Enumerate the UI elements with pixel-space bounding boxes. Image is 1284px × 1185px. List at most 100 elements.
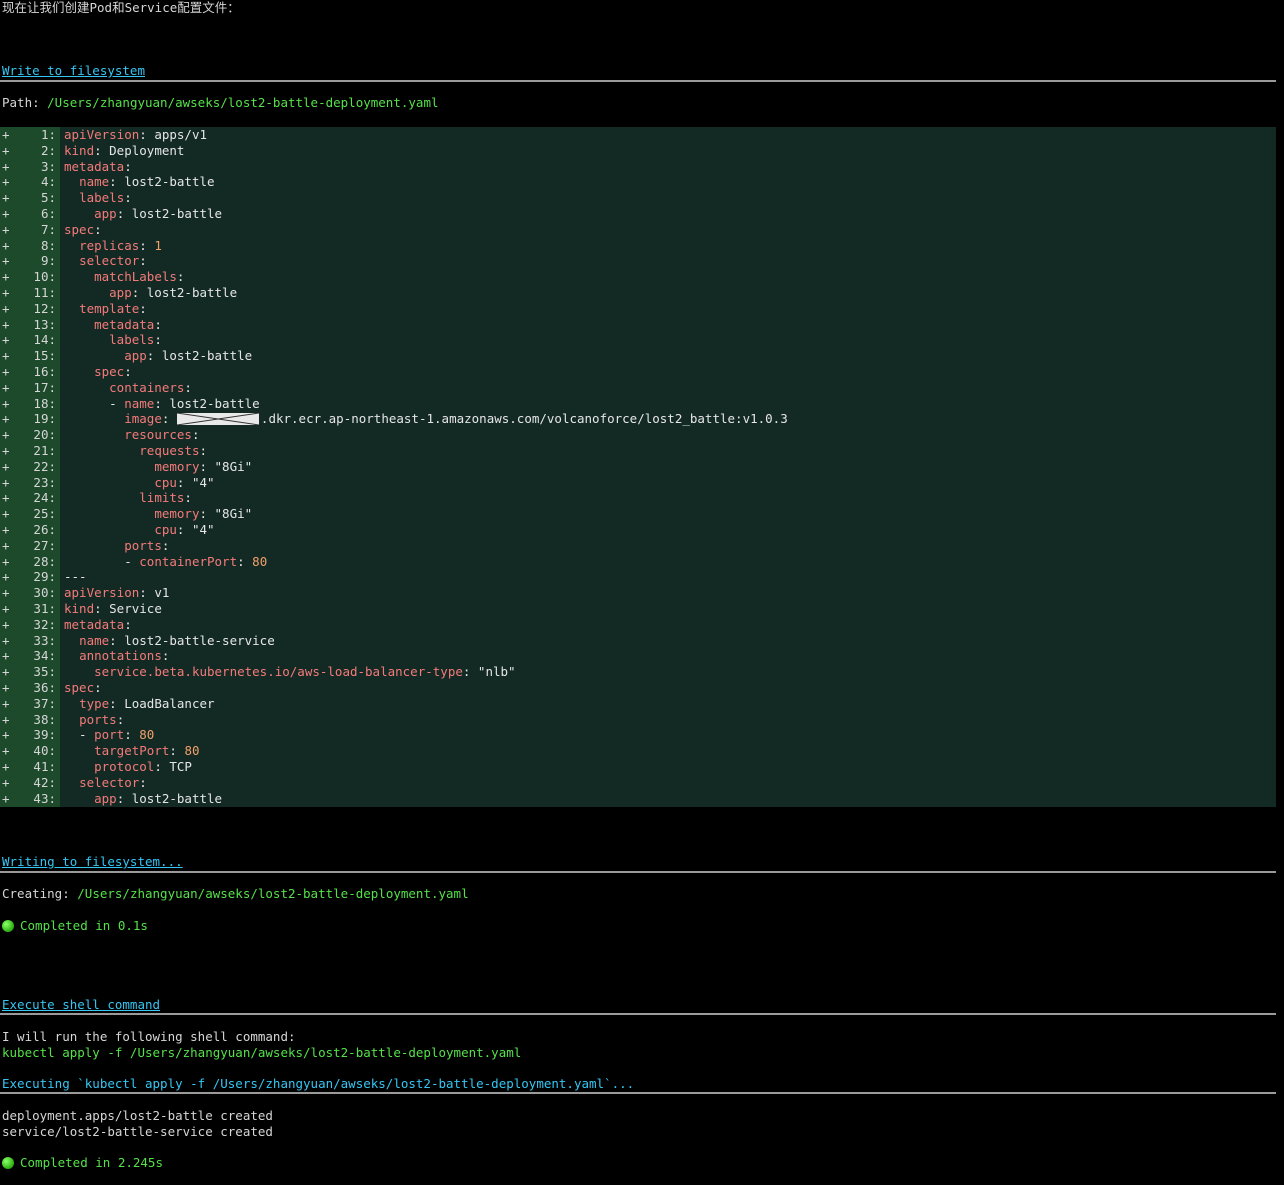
- exec-command[interactable]: kubectl apply -f /Users/zhangyuan/awseks…: [2, 1045, 521, 1061]
- line-gutter: +15:: [0, 348, 60, 365]
- line-number: 7:: [40, 221, 56, 237]
- code-line: +1: apiVersion: apps/v1: [0, 127, 1276, 143]
- diff-plus-icon: +: [2, 490, 10, 506]
- line-gutter: +31:: [0, 601, 60, 617]
- diff-plus-icon: +: [2, 285, 10, 300]
- line-gutter: +35:: [0, 664, 60, 681]
- creating-path[interactable]: /Users/zhangyuan/awseks/lost2-battle-dep…: [77, 886, 468, 901]
- line-gutter: +1:: [0, 127, 60, 143]
- code-line: +5: labels:: [0, 190, 1276, 207]
- code-line: +41: protocol: TCP: [0, 759, 1276, 775]
- path-value[interactable]: /Users/zhangyuan/awseks/lost2-battle-dep…: [47, 95, 438, 110]
- line-gutter: +29:: [0, 569, 60, 586]
- line-number: 22:: [33, 458, 56, 474]
- code-text: labels:: [79, 190, 132, 206]
- code-text: ---: [64, 569, 87, 585]
- line-gutter: +40:: [0, 743, 60, 760]
- diff-plus-icon: +: [2, 237, 10, 253]
- line-gutter: +3:: [0, 158, 60, 175]
- code-line: +42: selector:: [0, 774, 1276, 791]
- line-number: 41:: [33, 759, 56, 774]
- code-text: memory: "8Gi": [154, 458, 253, 474]
- code-text: - containerPort: 80: [64, 553, 268, 569]
- exec-output-1: deployment.apps/lost2-battle created: [2, 1108, 273, 1123]
- status-dot-icon: [2, 1157, 14, 1169]
- code-text: name: lost2-battle-service: [79, 632, 275, 648]
- code-text: memory: "8Gi": [154, 506, 253, 522]
- code-line: +31: kind: Service: [0, 601, 1276, 617]
- diff-plus-icon: +: [2, 458, 10, 474]
- code-line: +24: limits:: [0, 490, 1276, 507]
- diff-plus-icon: +: [2, 790, 10, 806]
- line-number: 17:: [33, 379, 56, 395]
- line-number: 29:: [33, 569, 56, 585]
- line-gutter: +8:: [0, 237, 60, 254]
- diff-plus-icon: +: [2, 522, 10, 537]
- code-text: labels:: [109, 332, 162, 348]
- line-gutter: +26:: [0, 522, 60, 538]
- code-line: +8: replicas: 1: [0, 237, 1276, 254]
- line-number: 11:: [33, 285, 56, 300]
- line-number: 28:: [33, 553, 56, 569]
- diff-plus-icon: +: [2, 158, 10, 174]
- redacted-account-id: [176, 413, 259, 426]
- code-line: +23: cpu: "4": [0, 474, 1276, 491]
- line-number: 30:: [33, 585, 56, 601]
- executing-line: Executing `kubectl apply -f /Users/zhang…: [2, 1076, 635, 1091]
- line-number: 19:: [33, 411, 56, 427]
- line-gutter: +37:: [0, 695, 60, 712]
- code-line: +30: apiVersion: v1: [0, 585, 1276, 602]
- line-gutter: +24:: [0, 490, 60, 507]
- line-gutter: +12:: [0, 300, 60, 317]
- code-line: +18: - name: lost2-battle: [0, 395, 1276, 412]
- completed-text-2: Completed in 2.245s: [20, 1155, 163, 1170]
- line-number: 31:: [33, 601, 56, 616]
- code-line: +10: matchLabels:: [0, 269, 1276, 286]
- write-header: Write to filesystem: [2, 63, 145, 78]
- intro-text: 现在让我们创建Pod和Service配置文件：: [2, 0, 240, 15]
- code-line: +12: template:: [0, 300, 1276, 317]
- diff-plus-icon: +: [2, 664, 10, 680]
- code-text: requests:: [139, 443, 208, 458]
- line-gutter: +6:: [0, 206, 60, 222]
- creating-label: Creating:: [2, 886, 78, 901]
- exec-divider: [0, 1013, 1276, 1015]
- line-gutter: +10:: [0, 269, 60, 286]
- exec-header: Execute shell command: [2, 997, 161, 1012]
- code-text: template:: [79, 300, 147, 316]
- line-gutter: +41:: [0, 759, 60, 775]
- diff-plus-icon: +: [2, 680, 10, 695]
- diff-plus-icon: +: [2, 601, 10, 616]
- diff-plus-icon: +: [2, 695, 10, 711]
- diff-plus-icon: +: [2, 253, 10, 269]
- code-line: +37: type: LoadBalancer: [0, 695, 1276, 712]
- line-gutter: +17:: [0, 379, 60, 396]
- line-gutter: +20:: [0, 427, 60, 444]
- code-line: +16: spec:: [0, 364, 1276, 380]
- diff-plus-icon: +: [2, 648, 10, 664]
- line-number: 39:: [33, 727, 56, 743]
- line-gutter: +9:: [0, 253, 60, 270]
- code-text: image: .dkr.ecr.ap-northeast-1.amazonaws…: [124, 411, 788, 427]
- line-gutter: +14:: [0, 332, 60, 349]
- line-number: 35:: [33, 664, 56, 680]
- diff-plus-icon: +: [2, 174, 10, 190]
- line-gutter: +34:: [0, 648, 60, 665]
- code-line: +43: app: lost2-battle: [0, 790, 1276, 807]
- diff-plus-icon: +: [2, 632, 10, 648]
- line-gutter: +30:: [0, 585, 60, 602]
- line-gutter: +7:: [0, 221, 60, 238]
- line-number: 8:: [40, 237, 56, 253]
- diff-plus-icon: +: [2, 364, 10, 379]
- code-line: +27: ports:: [0, 537, 1276, 554]
- code-text: - name: lost2-battle: [64, 395, 260, 411]
- diff-plus-icon: +: [2, 127, 10, 142]
- code-line: +38: ports:: [0, 711, 1276, 728]
- line-gutter: +28:: [0, 553, 60, 570]
- code-text: app: lost2-battle: [94, 206, 223, 221]
- code-line: +36: spec:: [0, 680, 1276, 696]
- code-line: +29: ---: [0, 569, 1276, 586]
- exec-output-2: service/lost2-battle-service created: [2, 1124, 273, 1139]
- code-line: +33: name: lost2-battle-service: [0, 632, 1276, 649]
- line-number: 36:: [33, 680, 56, 695]
